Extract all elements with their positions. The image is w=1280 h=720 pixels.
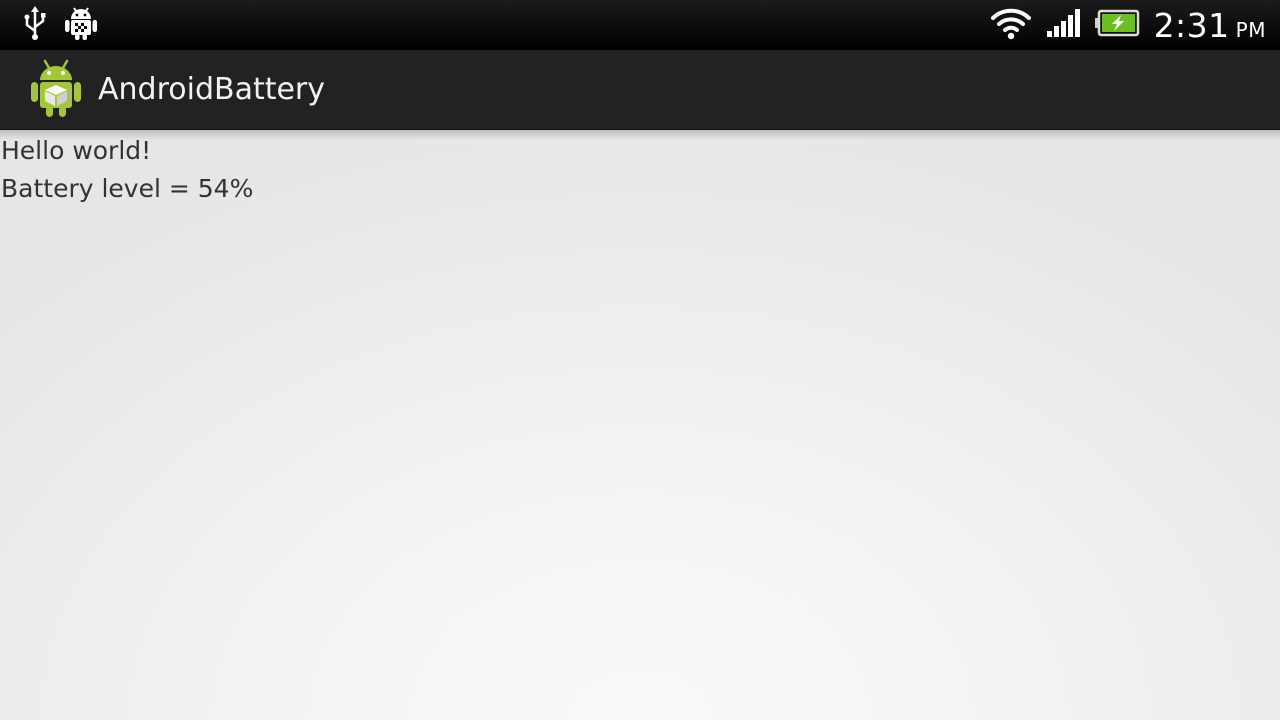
android-debug-icon (64, 5, 98, 45)
clock: 2:31 PM (1154, 6, 1266, 45)
action-bar: AndroidBattery (0, 50, 1280, 130)
action-bar-shadow (0, 130, 1280, 140)
clock-time: 2:31 (1153, 5, 1230, 45)
system-indicators: 2:31 PM (976, 6, 1266, 45)
battery-charging-icon (1094, 9, 1140, 41)
usb-icon (20, 5, 50, 45)
android-app-icon[interactable] (30, 58, 82, 122)
wifi-icon (990, 6, 1032, 44)
main-content: Hello world! Battery level = 54% (0, 130, 1280, 720)
notification-icons (20, 5, 112, 45)
clock-ampm: PM (1235, 17, 1266, 42)
battery-level-text: Battery level = 54% (1, 174, 254, 203)
signal-icon (1046, 8, 1080, 42)
status-bar[interactable]: 2:31 PM (0, 0, 1280, 50)
app-title: AndroidBattery (98, 72, 326, 107)
